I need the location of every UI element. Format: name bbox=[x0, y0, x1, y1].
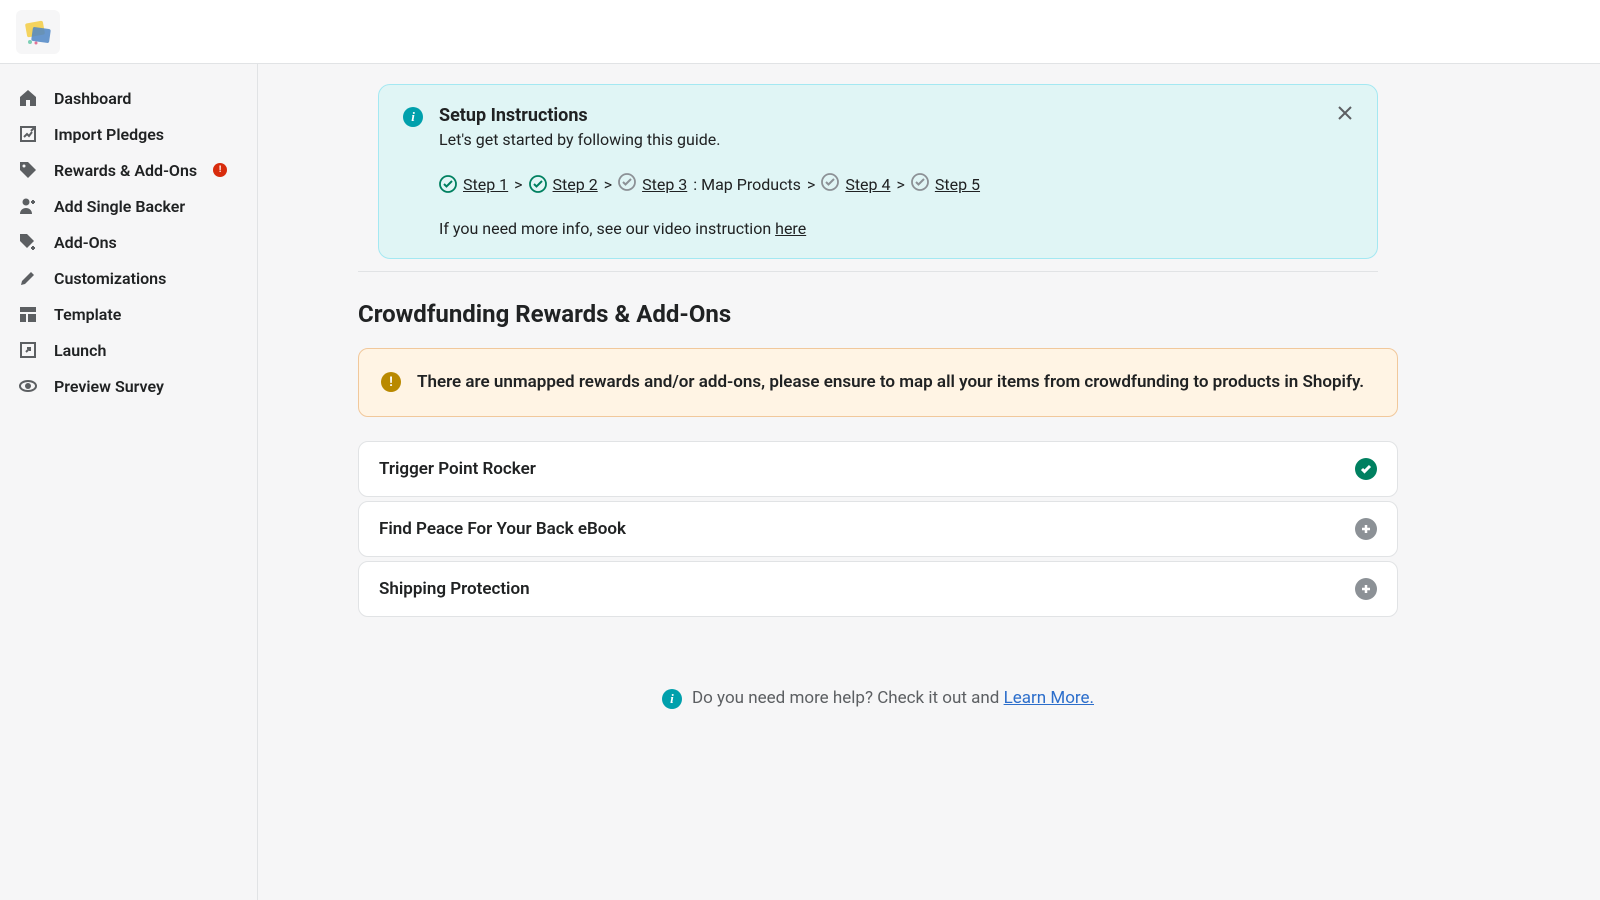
eye-icon bbox=[18, 376, 38, 396]
check-done-icon bbox=[439, 175, 457, 193]
step-separator: > bbox=[604, 175, 612, 194]
sidebar-item-import-pledges[interactable]: Import Pledges bbox=[8, 116, 249, 152]
plus-icon bbox=[1360, 583, 1372, 595]
add-mapping-button[interactable] bbox=[1355, 518, 1377, 540]
page-title: Crowdfunding Rewards & Add-Ons bbox=[358, 300, 1540, 328]
check-pending-icon bbox=[821, 173, 839, 195]
setup-title: Setup Instructions bbox=[439, 105, 720, 126]
setup-steps: Step 1 > Step 2 > Step 3 : Map Products >… bbox=[439, 173, 1353, 195]
setup-subtitle: Let's get started by following this guid… bbox=[439, 130, 720, 149]
home-icon bbox=[18, 88, 38, 108]
sidebar: Dashboard Import Pledges Rewards & Add-O… bbox=[0, 64, 258, 900]
sidebar-item-template[interactable]: Template bbox=[8, 296, 249, 332]
check-done-icon bbox=[529, 175, 547, 193]
sidebar-item-launch[interactable]: Launch bbox=[8, 332, 249, 368]
info-icon: i bbox=[403, 107, 423, 127]
sidebar-item-dashboard[interactable]: Dashboard bbox=[8, 80, 249, 116]
step-4-link[interactable]: Step 4 bbox=[845, 175, 890, 194]
sidebar-item-label: Launch bbox=[54, 341, 106, 360]
reward-row[interactable]: Shipping Protection bbox=[358, 561, 1398, 617]
sidebar-item-label: Add Single Backer bbox=[54, 197, 185, 216]
sidebar-item-label: Customizations bbox=[54, 269, 166, 288]
unmapped-warning-banner: ! There are unmapped rewards and/or add-… bbox=[358, 348, 1398, 417]
setup-instructions-banner: i Setup Instructions Let's get started b… bbox=[378, 84, 1378, 259]
info-icon: i bbox=[662, 689, 682, 709]
reward-row[interactable]: Trigger Point Rocker bbox=[358, 441, 1398, 497]
step-2-link[interactable]: Step 2 bbox=[553, 175, 598, 194]
sidebar-item-add-single-backer[interactable]: Add Single Backer bbox=[8, 188, 249, 224]
help-text: Do you need more help? Check it out and bbox=[692, 688, 1004, 708]
add-mapping-button[interactable] bbox=[1355, 578, 1377, 600]
sidebar-item-addons[interactable]: Add-Ons bbox=[8, 224, 249, 260]
brush-icon bbox=[18, 268, 38, 288]
plus-icon bbox=[1360, 523, 1372, 535]
sidebar-item-label: Dashboard bbox=[54, 89, 131, 108]
sidebar-item-customizations[interactable]: Customizations bbox=[8, 260, 249, 296]
reward-row[interactable]: Find Peace For Your Back eBook bbox=[358, 501, 1398, 557]
help-footer: i Do you need more help? Check it out an… bbox=[358, 687, 1398, 709]
divider bbox=[358, 271, 1378, 272]
sidebar-item-label: Preview Survey bbox=[54, 377, 164, 396]
launch-icon bbox=[18, 340, 38, 360]
step-3-link[interactable]: Step 3 bbox=[642, 175, 687, 194]
alert-badge: ! bbox=[213, 163, 227, 177]
tag-icon bbox=[18, 160, 38, 180]
check-pending-icon bbox=[911, 173, 929, 195]
learn-more-link[interactable]: Learn More. bbox=[1004, 688, 1094, 708]
sidebar-item-label: Rewards & Add-Ons bbox=[54, 161, 197, 180]
sidebar-item-preview-survey[interactable]: Preview Survey bbox=[8, 368, 249, 404]
video-instruction-text: If you need more info, see our video ins… bbox=[439, 219, 1353, 238]
sidebar-item-rewards-addons[interactable]: Rewards & Add-Ons ! bbox=[8, 152, 249, 188]
reward-name: Trigger Point Rocker bbox=[379, 459, 536, 479]
topbar bbox=[0, 0, 1600, 64]
step-separator: > bbox=[896, 175, 904, 194]
template-icon bbox=[18, 304, 38, 324]
sidebar-item-label: Template bbox=[54, 305, 121, 324]
check-pending-icon bbox=[618, 173, 636, 195]
warning-text: There are unmapped rewards and/or add-on… bbox=[417, 369, 1364, 396]
close-icon bbox=[1336, 104, 1354, 122]
tag-plus-icon bbox=[18, 232, 38, 252]
import-icon bbox=[18, 124, 38, 144]
sidebar-item-label: Import Pledges bbox=[54, 125, 164, 144]
sidebar-item-label: Add-Ons bbox=[54, 233, 117, 252]
reward-name: Find Peace For Your Back eBook bbox=[379, 519, 626, 539]
main-content: i Setup Instructions Let's get started b… bbox=[258, 64, 1600, 900]
app-logo bbox=[16, 10, 60, 54]
person-add-icon bbox=[18, 196, 38, 216]
step-separator: > bbox=[807, 175, 815, 194]
status-mapped-icon bbox=[1355, 458, 1377, 480]
step-5-link[interactable]: Step 5 bbox=[935, 175, 980, 194]
step-separator: > bbox=[514, 175, 522, 194]
step-1-link[interactable]: Step 1 bbox=[463, 175, 508, 194]
step-3-label: : Map Products bbox=[693, 175, 801, 194]
video-here-link[interactable]: here bbox=[775, 219, 806, 238]
reward-name: Shipping Protection bbox=[379, 579, 530, 599]
close-banner-button[interactable] bbox=[1333, 101, 1357, 125]
warning-icon: ! bbox=[381, 372, 401, 392]
